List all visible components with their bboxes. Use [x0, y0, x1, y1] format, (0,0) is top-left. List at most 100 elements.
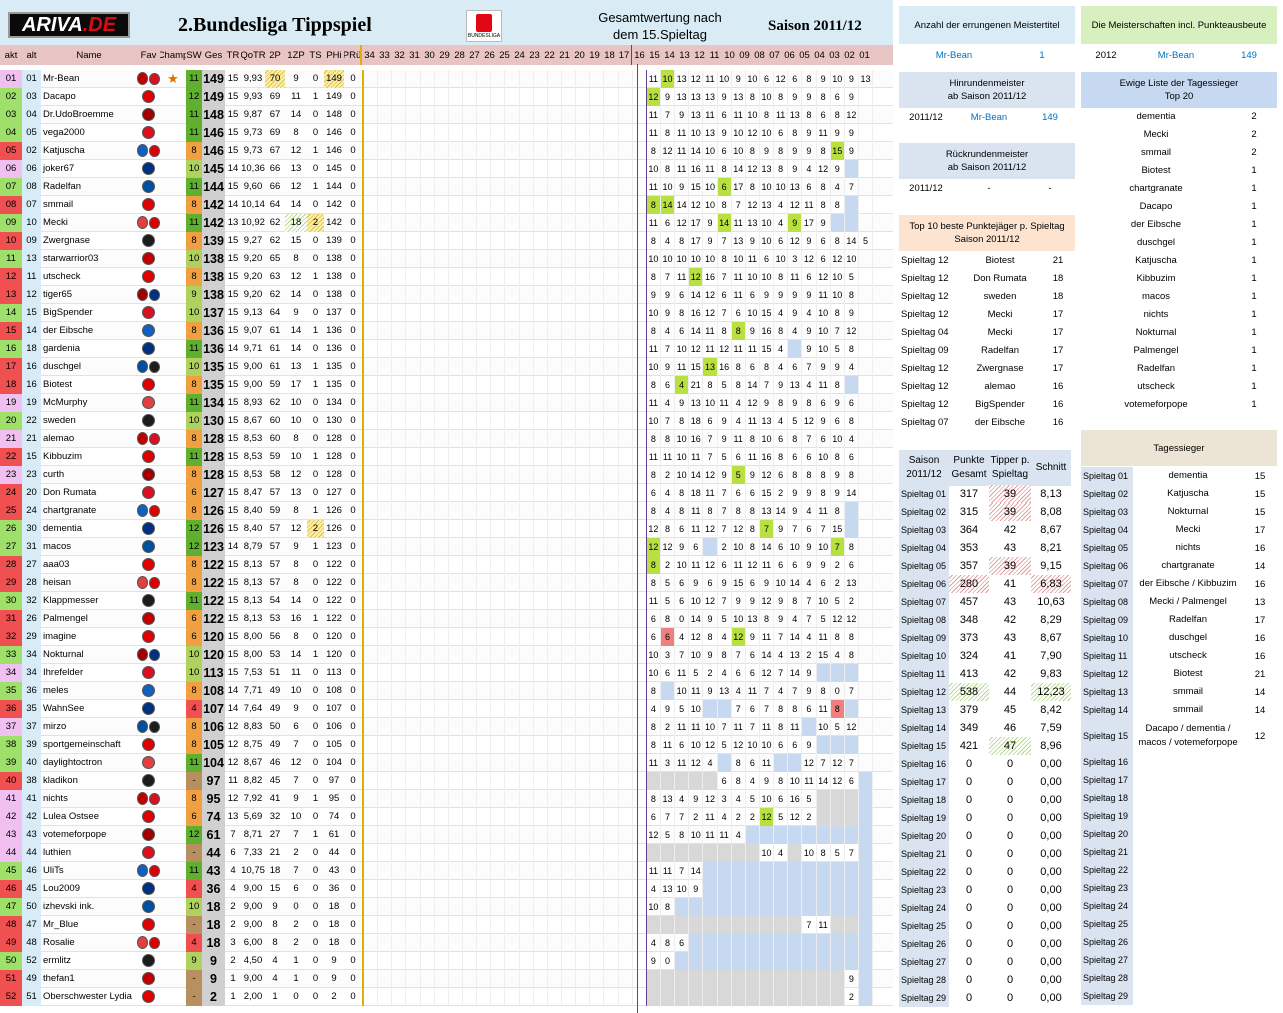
table-row[interactable]: 03 04 Dr.UdoBroemme 11 148 15 9,87 67 14 0 148 0 11 7…	[0, 105, 893, 124]
tagessieger-name[interactable]	[1133, 897, 1243, 915]
table-row[interactable]: 35 36 meles 8 108 14 7,71 49 10 0 108 0 8 10 11 9 13 4 11 7…	[0, 681, 893, 700]
table-row[interactable]: 19 19 McMurphy 11 134 15 8,93 62 10 0 134 0 11 4 9 13 10…	[0, 393, 893, 412]
ewige-name[interactable]: Dacapo	[1081, 197, 1231, 215]
player-name[interactable]: Kibbuzim	[41, 448, 137, 466]
top10-name[interactable]: Zwergnase	[959, 359, 1041, 377]
ewige-name[interactable]: nichts	[1081, 305, 1231, 323]
player-name[interactable]: Katjuscha	[41, 142, 137, 160]
player-name[interactable]: Radelfan	[41, 178, 137, 196]
ewige-name[interactable]: Palmengel	[1081, 341, 1231, 359]
table-row[interactable]: 32 29 imagine 6 120 15 8,00 56 8 0 120 0 6 6 4 12 8 4 12 9 1…	[0, 627, 893, 646]
table-row[interactable]: 34 34 Ihrefelder 10 113 15 7,53 51 11 0 113 0 10 6 11 5…	[0, 663, 893, 682]
table-row[interactable]: 23 23 curth 8 128 15 8,53 58 12 0 128 0 8 2 10 14 12 9 5 9 1…	[0, 465, 893, 484]
tagessieger-name[interactable]: duschgel	[1133, 629, 1243, 647]
tagessieger-name[interactable]: nichts	[1133, 539, 1243, 557]
table-row[interactable]: 39 40 daylightoctron 11 104 12 8,67 46 12 0 104 0 11…	[0, 753, 893, 772]
ewige-name[interactable]: Nokturnal	[1081, 323, 1231, 341]
player-name[interactable]: vega2000	[41, 124, 137, 142]
table-row[interactable]: 31 26 Palmengel 6 122 15 8,13 53 16 1 122 0 6 8 0 14 9 5 1…	[0, 609, 893, 628]
player-name[interactable]: alemao	[41, 430, 137, 448]
player-name[interactable]: joker67	[41, 160, 137, 178]
table-row[interactable]: 51 49 thefan1-9 1 9,00 4 1 0 9 0 9	[0, 969, 893, 988]
player-name[interactable]: chartgranate	[41, 502, 137, 520]
player-name[interactable]: sweden	[41, 412, 137, 430]
player-name[interactable]: heisan	[41, 574, 137, 592]
player-name[interactable]: der Eibsche	[41, 322, 137, 340]
ariva-logo[interactable]: ARIVA .DE	[8, 12, 130, 38]
table-row[interactable]: 43 43 votemeforpope 12 61 7 8,71 27 7 1 61 0 12 5 8 10 1…	[0, 825, 893, 844]
top10-name[interactable]: Radelfan	[959, 341, 1041, 359]
top10-name[interactable]: Mecki	[959, 323, 1041, 341]
table-row[interactable]: 29 28 heisan 8 122 15 8,13 57 8 0 122 0 8 5 6 9 6 9 15 6 9 10…	[0, 573, 893, 592]
tagessieger-name[interactable]	[1133, 861, 1243, 879]
tagessieger-name[interactable]: der Eibsche / Kibbuzim	[1133, 575, 1243, 593]
table-row[interactable]: 06 06 joker67 10 145 14 10,36 66 13 0 145 0 10 8 11 16 1…	[0, 159, 893, 178]
tagessieger-name[interactable]	[1133, 843, 1243, 861]
tagessieger-name[interactable]	[1133, 987, 1243, 1005]
tagessieger-name[interactable]	[1133, 915, 1243, 933]
table-row[interactable]: 33 34 Nokturnal 10 120 15 8,00 53 14 1 120 0 10 3 7 10 9…	[0, 645, 893, 664]
meister-name[interactable]: Mr-Bean	[899, 46, 1009, 64]
table-row[interactable]: 49 48 Rosalie 4 18 3 6,00 8 2 0 18 0 4 8 6	[0, 933, 893, 952]
hinrunde-name[interactable]: Mr-Bean	[953, 108, 1025, 126]
table-row[interactable]: 16 18 gardenia 11 136 14 9,71 61 14 0 136 0 11 7 10 12 1…	[0, 339, 893, 358]
top10-name[interactable]: Mecki	[959, 305, 1041, 323]
table-row[interactable]: 15 14 der Eibsche 8 136 15 9,07 61 14 1 136 0 8 4 6 14 1…	[0, 321, 893, 340]
player-name[interactable]: Mr_Blue	[41, 916, 137, 934]
ewige-name[interactable]: utscheck	[1081, 377, 1231, 395]
table-row[interactable]: 20 22 sweden 10 130 15 8,67 60 10 0 130 0 10 7 8 18 6 9 4 1…	[0, 411, 893, 430]
table-row[interactable]: 45 46 UliTs 11 43 4 10,75 18 7 0 43 0 11 11 7 14	[0, 861, 893, 880]
table-row[interactable]: 18 16 Biotest 8 135 15 9,00 59 17 1 135 0 8 6 4 21 8 5 8 14…	[0, 375, 893, 394]
player-name[interactable]: Dr.UdoBroemme	[41, 106, 137, 124]
table-row[interactable]: 04 05 vega2000 11 146 15 9,73 69 8 0 146 0 11 8 11 10 13…	[0, 123, 893, 142]
tagessieger-name[interactable]: Dacapo / dementia / macos / votemeforpop…	[1133, 719, 1243, 753]
top10-name[interactable]: Don Rumata	[959, 269, 1041, 287]
top10-name[interactable]: der Eibsche	[959, 413, 1041, 431]
player-name[interactable]: nichts	[41, 790, 137, 808]
ewige-name[interactable]: votemeforpope	[1081, 395, 1231, 413]
table-row[interactable]: 21 21 alemao 8 128 15 8,53 60 8 0 128 0 8 8 10 16 7 9 11 8 1…	[0, 429, 893, 448]
table-row[interactable]: 44 44 luthien -44 6 7,33 21 2 0 44 0 10 4 10 8 5 7	[0, 843, 893, 862]
table-row[interactable]: 50 52 ermlitz 9 9 2 4,50 4 1 0 9 0 9 0	[0, 951, 893, 970]
table-row[interactable]: 25 24 chartgranate 8 126 15 8,40 59 8 1 126 0 8 4 8 11 8…	[0, 501, 893, 520]
table-row[interactable]: 37 37 mirzo 8 106 12 8,83 50 6 0 106 0 8 2 11 11 10 7 11 7 1…	[0, 717, 893, 736]
player-name[interactable]: utscheck	[41, 268, 137, 286]
ewige-name[interactable]: Katjuscha	[1081, 251, 1231, 269]
table-row[interactable]: 36 35 WahnSee 4 107 14 7,64 49 9 0 107 0 4 9 5 10 7 6 7 8 8 6…	[0, 699, 893, 718]
table-row[interactable]: 27 31 macos 12 123 14 8,79 57 9 1 123 0 12 12 9 6 2 10 8 14…	[0, 537, 893, 556]
player-name[interactable]: McMurphy	[41, 394, 137, 412]
tagessieger-name[interactable]: Mecki / Palmengel	[1133, 593, 1243, 611]
player-name[interactable]: Dacapo	[41, 88, 137, 106]
tagessieger-name[interactable]	[1133, 951, 1243, 969]
player-name[interactable]: meles	[41, 682, 137, 700]
table-row[interactable]: 47 50 izhevski ink. 10 18 2 9,00 9 0 0 18 0 10 8	[0, 897, 893, 916]
ewige-name[interactable]: Kibbuzim	[1081, 269, 1231, 287]
player-name[interactable]: Palmengel	[41, 610, 137, 628]
table-row[interactable]: 12 11 utscheck 8 138 15 9,20 63 12 1 138 0 8 7 11 12 16 7…	[0, 267, 893, 286]
tagessieger-name[interactable]	[1133, 789, 1243, 807]
table-row[interactable]: 09 10 Mecki 11 142 13 10,92 62 18 2 142 0 11 6 12 17 9 14…	[0, 213, 893, 232]
player-name[interactable]: mirzo	[41, 718, 137, 736]
table-row[interactable]: 14 15 BigSpender 10 137 15 9,13 64 9 0 137 0 10 9 8 16 1…	[0, 303, 893, 322]
player-name[interactable]: dementia	[41, 520, 137, 538]
ewige-name[interactable]: der Eibsche	[1081, 215, 1231, 233]
ewige-name[interactable]: macos	[1081, 287, 1231, 305]
tagessieger-name[interactable]: smmail	[1133, 701, 1243, 719]
table-row[interactable]: 40 38 kladikon -97 11 8,82 45 7 0 97 0 6 8 4 9 8 10 11 14 1…	[0, 771, 893, 790]
player-name[interactable]: Ihrefelder	[41, 664, 137, 682]
player-name[interactable]: kladikon	[41, 772, 137, 790]
top10-name[interactable]: sweden	[959, 287, 1041, 305]
player-name[interactable]: Nokturnal	[41, 646, 137, 664]
ewige-name[interactable]: Radelfan	[1081, 359, 1231, 377]
tagessieger-name[interactable]: Biotest	[1133, 665, 1243, 683]
player-name[interactable]: WahnSee	[41, 700, 137, 718]
player-name[interactable]: Klappmesser	[41, 592, 137, 610]
player-name[interactable]: izhevski ink.	[41, 898, 137, 916]
tagessieger-name[interactable]: smmail	[1133, 683, 1243, 701]
table-row[interactable]: 05 02 Katjuscha 8 146 15 9,73 67 12 1 146 0 8 12 11 14 1…	[0, 141, 893, 160]
player-name[interactable]: aaa03	[41, 556, 137, 574]
table-row[interactable]: 02 03 Dacapo 12 149 15 9,93 69 11 1 149 0 12 9 13 13 13 9…	[0, 87, 893, 106]
meisterschaft-name[interactable]: Mr-Bean	[1131, 46, 1221, 64]
player-name[interactable]: Lou2009	[41, 880, 137, 898]
table-row[interactable]: 30 32 Klappmesser 11 122 15 8,13 54 14 0 122 0 11 5 6 1…	[0, 591, 893, 610]
